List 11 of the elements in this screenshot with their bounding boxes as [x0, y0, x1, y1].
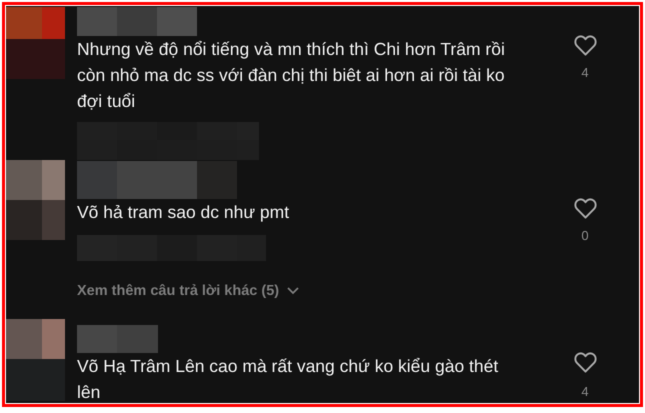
like-count: 4 — [581, 65, 589, 81]
comment-text: Võ hả tram sao dc như pmt — [77, 201, 290, 224]
like-count: 0 — [581, 228, 589, 244]
heart-icon[interactable] — [574, 198, 596, 219]
comment-text: Nhưng về độ nổi tiếng và mn thích thì Chi hơn Trâm rồi còn nhỏ ma dc ss với đàn chị thi biêt ai hơn ai rồi tài ko đợi tuổi — [77, 38, 506, 113]
like-count: 4 — [581, 384, 589, 400]
heart-icon[interactable] — [574, 35, 596, 56]
view-more-replies-link[interactable]: Xem thêm câu trả lời khác (5) — [77, 281, 300, 301]
heart-icon[interactable] — [574, 352, 596, 373]
comment-text: Võ Hạ Trâm Lên cao mà rất vang chứ ko kiểu gào thét lên — [77, 355, 500, 403]
chevron-down-icon — [287, 287, 300, 295]
